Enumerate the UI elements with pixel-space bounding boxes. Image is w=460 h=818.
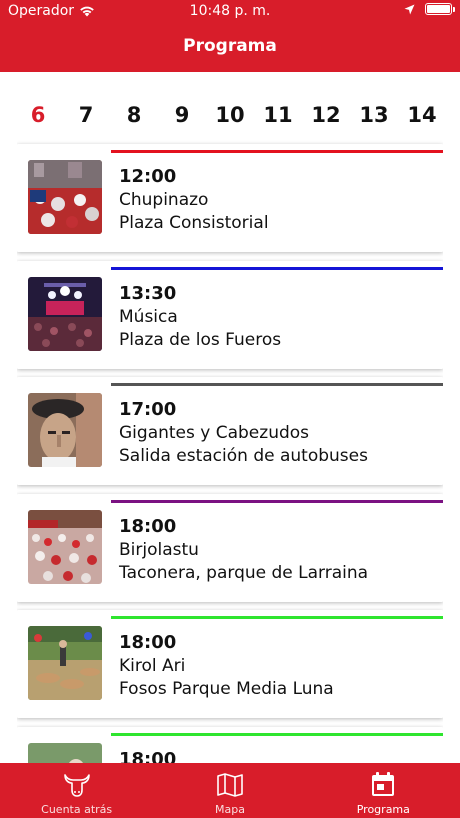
day-tab-9[interactable]: 9 — [162, 100, 202, 130]
crowd-red-photo — [28, 160, 102, 234]
event-color-bar — [111, 150, 443, 153]
event-name: Música — [119, 307, 178, 327]
page-title: Programa — [183, 36, 277, 56]
event-time: 18:00 — [119, 749, 177, 763]
event-time: 17:00 — [119, 399, 177, 420]
event-name: Chupinazo — [119, 190, 209, 210]
status-time: 10:48 p. m. — [189, 3, 271, 19]
tab-label: Cuenta atrás — [41, 803, 113, 816]
event-name: Gigantes y Cabezudos — [119, 423, 310, 443]
app-header: Operador 10:48 p. m. Programa — [0, 0, 460, 72]
event-time: 12:00 — [119, 166, 177, 187]
tab-cuenta-atras[interactable]: Cuenta atrás — [0, 763, 153, 818]
event-color-bar — [111, 616, 443, 619]
status-bar: Operador 10:48 p. m. — [0, 0, 460, 24]
event-list[interactable]: 12:00 Chupinazo Plaza Consistorial 13:30… — [17, 140, 443, 763]
day-tab-8[interactable]: 8 — [114, 100, 154, 130]
event-color-bar — [111, 383, 443, 386]
day-tab-10[interactable]: 10 — [210, 100, 250, 130]
event-place: Taconera, parque de Larraina — [119, 563, 369, 583]
event-card-birjolastu[interactable]: 18:00 Birjolastu Taconera, parque de Lar… — [17, 494, 443, 602]
location-arrow-icon — [404, 4, 415, 14]
event-card-gigantes[interactable]: 17:00 Gigantes y Cabezudos Salida estaci… — [17, 377, 443, 485]
calendar-icon — [372, 772, 395, 796]
event-place: Salida estación de autobuses — [119, 446, 368, 466]
map-icon — [217, 773, 243, 797]
tab-label: Programa — [356, 803, 410, 816]
giant-head-photo — [28, 393, 102, 467]
street-crowd-photo — [28, 510, 102, 584]
event-name: Kirol Ari — [119, 656, 186, 676]
event-card[interactable]: 18:00 — [17, 727, 443, 763]
event-place: Plaza Consistorial — [119, 213, 269, 233]
day-tab-7[interactable]: 7 — [66, 100, 106, 130]
tab-programa[interactable]: Programa — [307, 763, 460, 818]
bull-icon — [63, 774, 90, 797]
battery-icon — [425, 3, 455, 15]
event-card-chupinazo[interactable]: 12:00 Chupinazo Plaza Consistorial — [17, 144, 443, 252]
event-card-musica[interactable]: 13:30 Música Plaza de los Fueros — [17, 261, 443, 369]
day-tab-6[interactable]: 6 — [18, 100, 58, 130]
tab-label: Mapa — [215, 803, 245, 816]
rural-sport-photo — [28, 626, 102, 700]
day-tab-11[interactable]: 11 — [258, 100, 298, 130]
event-place: Plaza de los Fueros — [119, 330, 282, 350]
status-indicators — [404, 3, 455, 15]
day-tab-13[interactable]: 13 — [354, 100, 394, 130]
event-time: 18:00 — [119, 632, 177, 653]
event-time: 13:30 — [119, 283, 177, 304]
day-selector: 6 7 8 9 10 11 12 13 14 — [18, 100, 442, 130]
tab-bar: Cuenta atrás Mapa Programa — [0, 763, 460, 818]
event-photo — [28, 743, 102, 763]
tab-mapa[interactable]: Mapa — [153, 763, 306, 818]
concert-stage-photo — [28, 277, 102, 351]
day-tab-14[interactable]: 14 — [402, 100, 442, 130]
day-tab-12[interactable]: 12 — [306, 100, 346, 130]
event-time: 18:00 — [119, 516, 177, 537]
event-place: Fosos Parque Media Luna — [119, 679, 334, 699]
event-name: Birjolastu — [119, 540, 199, 560]
event-color-bar — [111, 267, 443, 270]
event-color-bar — [111, 733, 443, 736]
event-card-kirol-ari[interactable]: 18:00 Kirol Ari Fosos Parque Media Luna — [17, 610, 443, 718]
event-color-bar — [111, 500, 443, 503]
